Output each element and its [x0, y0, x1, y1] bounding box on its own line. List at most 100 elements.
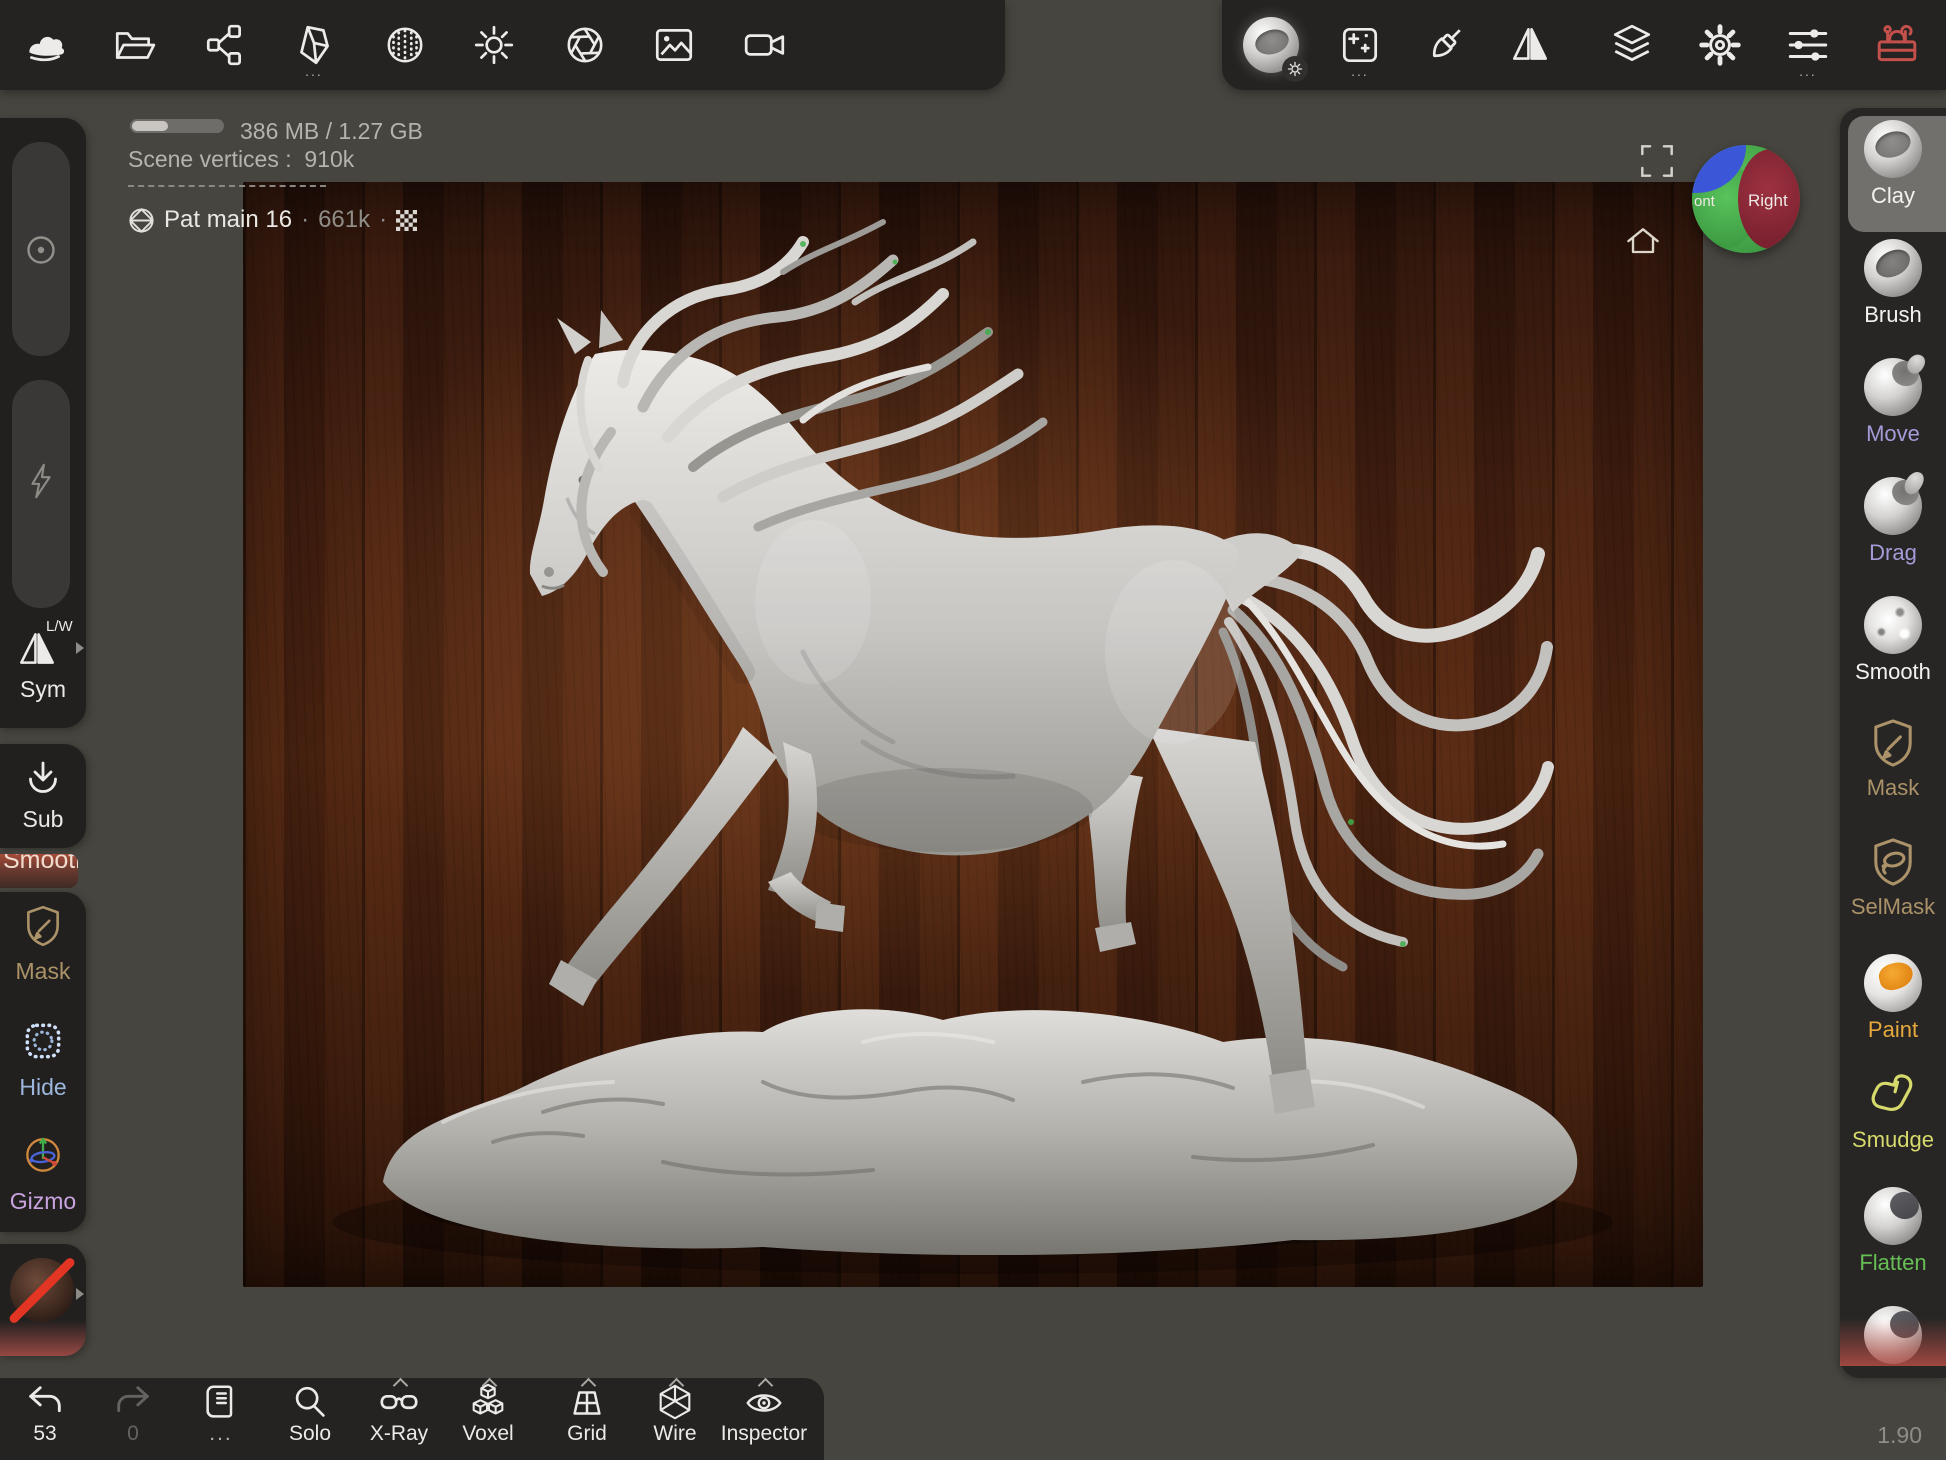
tool-smudge[interactable]: Smudge [1840, 1068, 1946, 1153]
settings-button[interactable] [1688, 0, 1752, 90]
smooth-sphere-icon [1864, 596, 1922, 654]
layers-button[interactable] [1600, 0, 1664, 90]
radius-slider[interactable] [12, 142, 70, 356]
grid-button[interactable]: Grid [555, 1378, 619, 1460]
mesh-stone-button[interactable]: ... [282, 0, 346, 90]
undo-icon [24, 1382, 66, 1424]
inspector-label: Inspector [714, 1422, 814, 1446]
sym-label[interactable]: Sym [0, 676, 86, 703]
mask-shield-icon[interactable] [20, 903, 66, 949]
hide-label[interactable]: Hide [0, 1074, 86, 1101]
brush-sidebar: Clay Brush Move Drag Smooth Mask SelMask… [1840, 108, 1946, 1378]
intensity-lightning-icon [20, 460, 62, 502]
lighting-sun-button[interactable] [462, 0, 526, 90]
tool-selmask[interactable]: SelMask [1840, 835, 1946, 920]
front-face-label: ont [1694, 193, 1715, 210]
material-disabled-panel[interactable] [0, 1244, 86, 1356]
redo-button[interactable]: 0 [101, 1378, 165, 1460]
redo-icon [112, 1382, 154, 1424]
active-tool-flyout-label: Smooth [3, 854, 78, 875]
flatten-sphere-icon [1864, 1187, 1922, 1245]
material-expand-arrow[interactable] [76, 1288, 84, 1300]
viewport-canvas[interactable] [243, 182, 1703, 1287]
wire-label: Wire [625, 1422, 725, 1446]
sidebar-scroll-fade [1840, 1318, 1946, 1366]
disabled-material-sphere-icon [10, 1258, 74, 1322]
zoom-scale: 1.90 [1877, 1422, 1922, 1449]
mask-label[interactable]: Mask [0, 958, 86, 985]
screen-record-button[interactable] [733, 0, 797, 90]
paint-sphere-icon [1864, 954, 1922, 1012]
history-book-button[interactable]: ... [189, 1378, 253, 1460]
book-icon [200, 1382, 242, 1424]
post-process-button[interactable]: ... [1328, 0, 1392, 90]
xray-button[interactable]: X-Ray [367, 1378, 431, 1460]
undo-button[interactable]: 53 [13, 1378, 77, 1460]
voxel-label: Voxel [438, 1422, 538, 1446]
grid-label: Grid [537, 1422, 637, 1446]
scene-graph-button[interactable] [193, 0, 257, 90]
mesh-separator: · [301, 206, 309, 234]
wire-button[interactable]: Wire [643, 1378, 707, 1460]
symmetry-button[interactable] [1498, 0, 1562, 90]
tool-flatten[interactable]: Flatten [1840, 1187, 1946, 1276]
material-button[interactable] [1239, 0, 1303, 90]
tool-paint-label: Paint [1840, 1017, 1946, 1043]
orientation-sphere[interactable]: ont Right [1692, 145, 1800, 253]
tool-paint[interactable]: Paint [1840, 954, 1946, 1043]
solo-label: Solo [260, 1422, 360, 1446]
topology-sphere-button[interactable] [373, 0, 437, 90]
toolbox-button[interactable] [1865, 0, 1929, 90]
files-folder-button[interactable] [102, 0, 166, 90]
mesh-more-indicator: ... [282, 64, 346, 78]
redo-count: 0 [83, 1422, 183, 1446]
smudge-finger-icon [1866, 1068, 1920, 1122]
fullscreen-icon[interactable] [1638, 142, 1676, 180]
interface-sliders-button[interactable]: ... [1776, 0, 1840, 90]
tool-brush-label: Brush [1840, 302, 1946, 328]
hide-marquee-icon[interactable] [20, 1018, 66, 1064]
top-toolbar-left: ... [0, 0, 1005, 90]
right-face-label: Right [1748, 191, 1788, 211]
sym-expand-arrow[interactable] [76, 642, 84, 654]
radius-icon [19, 228, 63, 272]
tool-mask[interactable]: Mask [1840, 716, 1946, 801]
background-image-button[interactable] [642, 0, 706, 90]
tool-selmask-label: SelMask [1840, 894, 1946, 920]
sym-mirror-icon[interactable] [14, 626, 60, 672]
voxel-button[interactable]: Voxel [456, 1378, 520, 1460]
dither-checker-icon [396, 210, 417, 231]
history-more-indicator: ... [171, 1422, 271, 1446]
memory-bar [130, 119, 224, 133]
selmask-shield-icon [1866, 835, 1920, 889]
sub-download-icon [21, 758, 65, 802]
tool-move[interactable]: Move [1840, 358, 1946, 447]
tool-brush[interactable]: Brush [1840, 239, 1946, 328]
solo-button[interactable]: Solo [278, 1378, 342, 1460]
gizmo-label[interactable]: Gizmo [0, 1188, 86, 1215]
clay-sphere-icon [1864, 120, 1922, 178]
inspector-button[interactable]: Inspector [732, 1378, 796, 1460]
bottom-toolbar: 53 0 ... Solo X-Ray Voxel Grid Wire Insp… [0, 1378, 824, 1460]
app-logo-button[interactable] [13, 0, 77, 90]
tool-clay[interactable]: Clay [1840, 120, 1946, 209]
brush-sphere-icon [1864, 239, 1922, 297]
paint-all-button[interactable] [1413, 0, 1477, 90]
tool-mask-label: Mask [1840, 775, 1946, 801]
sub-panel[interactable]: Sub [0, 744, 86, 848]
camera-aperture-button[interactable] [553, 0, 617, 90]
xray-label: X-Ray [349, 1422, 449, 1446]
move-sphere-icon [1864, 358, 1922, 416]
intensity-slider[interactable] [12, 380, 70, 608]
undo-count: 53 [0, 1422, 95, 1446]
memory-text: 386 MB / 1.27 GB [240, 118, 423, 145]
mesh-vertex-count: 661k [318, 206, 370, 234]
mesh-name: Pat main 16 [164, 206, 292, 234]
inspector-eye-icon [743, 1382, 785, 1424]
tool-drag[interactable]: Drag [1840, 477, 1946, 566]
tool-smudge-label: Smudge [1840, 1127, 1946, 1153]
tool-smooth[interactable]: Smooth [1840, 596, 1946, 685]
gizmo-icon[interactable] [20, 1132, 66, 1178]
home-view-icon[interactable] [1623, 222, 1663, 262]
active-mesh-row[interactable]: Pat main 16 · 661k · [128, 206, 417, 234]
